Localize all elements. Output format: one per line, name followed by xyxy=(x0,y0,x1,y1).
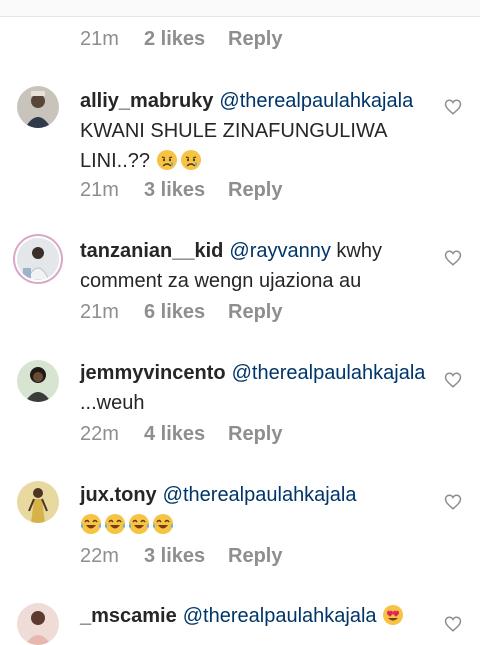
face-with-tears-of-joy-icon xyxy=(129,514,149,534)
avatar[interactable] xyxy=(17,86,59,128)
comment-body: alliy_mabruky @therealpaulahkajala KWANI … xyxy=(80,86,420,176)
comment-body: _mscamie @therealpaulahkajala xyxy=(80,601,420,631)
top-divider xyxy=(0,0,480,17)
smiling-face-with-heart-eyes-icon xyxy=(383,605,404,625)
comment-username[interactable]: jux.tony xyxy=(80,484,157,506)
face-with-tears-of-joy-icon xyxy=(81,514,101,534)
comment-meta-row: 21m 2 likes Reply xyxy=(80,28,282,51)
comment-meta-row: 21m 3 likes Reply xyxy=(80,179,282,202)
like-heart-icon[interactable] xyxy=(444,98,462,116)
reply-button[interactable]: Reply xyxy=(228,28,282,51)
comment-username[interactable]: _mscamie xyxy=(80,605,177,627)
face-with-tears-of-joy-icon xyxy=(153,514,173,534)
sad-relieved-face-icon xyxy=(180,150,201,170)
comment-time: 21m xyxy=(80,301,119,323)
comment-likes[interactable]: 4 likes xyxy=(144,423,228,446)
mention-link[interactable]: @therealpaulahkajala xyxy=(219,90,413,112)
comment-meta-row: 22m 4 likes Reply xyxy=(80,423,282,446)
like-heart-icon[interactable] xyxy=(444,615,462,633)
mention-link[interactable]: @therealpaulahkajala xyxy=(183,605,377,627)
sad-relieved-face-icon xyxy=(156,150,177,170)
comment-time: 22m xyxy=(80,545,119,567)
comment-username[interactable]: jemmyvincento xyxy=(80,362,226,384)
comment-time: 21m xyxy=(80,179,119,201)
comment-meta-row: 22m 3 likes Reply xyxy=(80,545,282,568)
avatar[interactable] xyxy=(17,360,59,402)
comment-text: ...weuh xyxy=(80,392,145,414)
reply-button[interactable]: Reply xyxy=(228,545,282,568)
reply-button[interactable]: Reply xyxy=(228,423,282,446)
comment-meta-row: 21m 6 likes Reply xyxy=(80,301,282,324)
comment-likes[interactable]: 3 likes xyxy=(144,179,228,202)
comment-likes[interactable]: 6 likes xyxy=(144,301,228,324)
comment-time: 22m xyxy=(80,423,119,445)
comment-body: jux.tony @therealpaulahkajala xyxy=(80,480,420,540)
comment-likes[interactable]: 2 likes xyxy=(144,28,228,51)
comment-body: tanzanian__kid @rayvanny kwhy comment za … xyxy=(80,236,420,296)
avatar[interactable] xyxy=(17,238,59,280)
comment-text: KWANI SHULE ZINAFUNGULIWA LINI..?? xyxy=(80,120,387,172)
comment-time: 21m xyxy=(80,28,119,50)
comment-username[interactable]: alliy_mabruky xyxy=(80,90,213,112)
comment-body: jemmyvincento @therealpaulahkajala ...weu… xyxy=(80,358,425,418)
like-heart-icon[interactable] xyxy=(444,249,462,267)
reply-button[interactable]: Reply xyxy=(228,179,282,202)
avatar[interactable] xyxy=(17,481,59,523)
face-with-tears-of-joy-icon xyxy=(105,514,125,534)
mention-link[interactable]: @therealpaulahkajala xyxy=(163,484,357,506)
comment-likes[interactable]: 3 likes xyxy=(144,545,228,568)
mention-link[interactable]: @therealpaulahkajala xyxy=(232,362,426,384)
like-heart-icon[interactable] xyxy=(444,371,462,389)
mention-link[interactable]: @rayvanny xyxy=(229,240,330,262)
reply-button[interactable]: Reply xyxy=(228,301,282,324)
comment-username[interactable]: tanzanian__kid xyxy=(80,240,223,262)
like-heart-icon[interactable] xyxy=(444,493,462,511)
